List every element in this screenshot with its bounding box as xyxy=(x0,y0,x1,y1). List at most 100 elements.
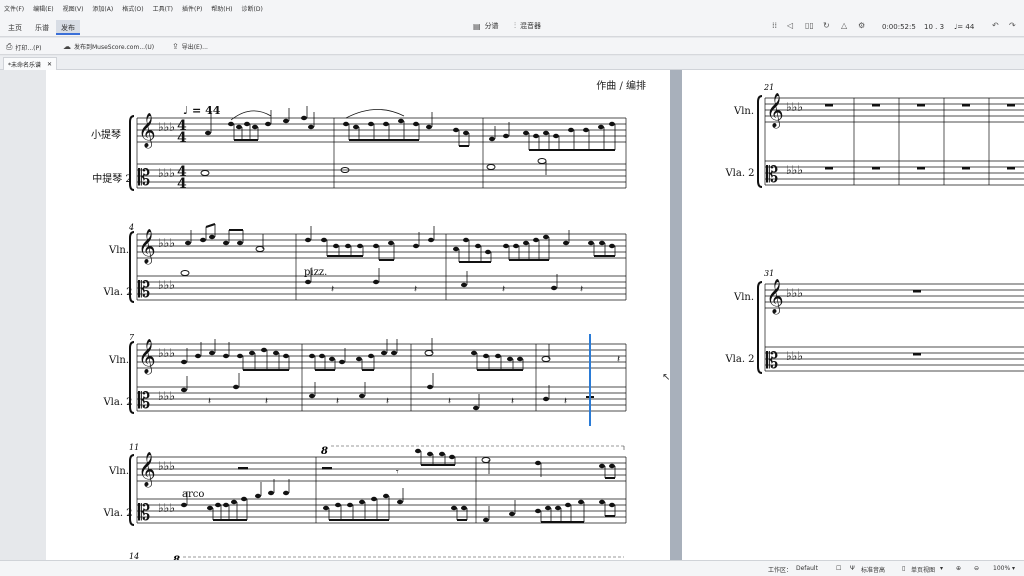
svg-text:𝄽: 𝄽 xyxy=(617,354,620,365)
svg-text:𝄽: 𝄽 xyxy=(386,396,389,407)
menu-bar: 文件(F) 编辑(E) 视图(V) 添加(A) 格式(O) 工具(T) 插件(P… xyxy=(0,0,1024,17)
stems-sys1 xyxy=(210,106,616,175)
metronome-icon[interactable]: △ xyxy=(841,21,847,30)
svg-text:♭♭♭: ♭♭♭ xyxy=(158,346,175,360)
document-tab[interactable]: *未命名乐谱 ✕ xyxy=(3,57,58,70)
publish-online-label: 发布到MuseScore.com...(U) xyxy=(74,44,155,51)
svg-text:𝄡: 𝄡 xyxy=(766,163,778,188)
view-mode-selector[interactable]: 单页视图 xyxy=(911,565,935,574)
mixer-button[interactable]: ⫶ 混音器 xyxy=(514,21,541,31)
instrument-short-violin-p2s2: Vln. xyxy=(733,292,754,303)
document-tab-title: *未命名乐谱 xyxy=(8,61,42,69)
close-icon[interactable]: ✕ xyxy=(47,61,52,68)
rests-sys2: 𝄽 𝄽 𝄽 𝄽 xyxy=(331,284,583,295)
menu-diagnostic[interactable]: 诊断(D) xyxy=(242,4,263,13)
menu-plugins[interactable]: 插件(P) xyxy=(182,4,202,13)
concert-pitch-label[interactable]: 标准音高 xyxy=(861,565,885,574)
menu-edit[interactable]: 编辑(E) xyxy=(33,4,53,13)
zoom-level[interactable]: 100% xyxy=(993,565,1010,572)
svg-text:♭♭♭: ♭♭♭ xyxy=(158,501,175,515)
svg-text:♭♭♭: ♭♭♭ xyxy=(158,166,175,180)
svg-text:𝄽: 𝄽 xyxy=(414,284,417,295)
zoom-chevron-down-icon[interactable]: ▾ xyxy=(1012,565,1015,572)
menu-help[interactable]: 帮助(H) xyxy=(211,4,232,13)
menu-view[interactable]: 视图(V) xyxy=(63,4,84,13)
svg-text:𝄾: 𝄾 xyxy=(396,467,399,478)
document-tab-bar: *未命名乐谱 ✕ xyxy=(0,56,1024,70)
instrument-short-viola-sys3: Vla. 2 xyxy=(102,397,132,408)
menu-add[interactable]: 添加(A) xyxy=(92,4,113,13)
page-gap xyxy=(670,70,682,560)
svg-text:𝄽: 𝄽 xyxy=(511,396,514,407)
publish-online-button[interactable]: ☁ 发布到MuseScore.com...(U) xyxy=(63,42,154,51)
instrument-short-viola-p2s1: Vla. 2 xyxy=(724,168,754,179)
svg-text:𝄡: 𝄡 xyxy=(138,501,150,526)
instrument-short-violin-sys3: Vln. xyxy=(108,355,129,366)
menu-tools[interactable]: 工具(T) xyxy=(153,4,173,13)
playback-settings-icon[interactable]: ⚙ xyxy=(858,21,865,30)
svg-text:𝄡: 𝄡 xyxy=(138,389,150,414)
measure-number-4: 4 xyxy=(128,223,134,232)
print-button[interactable]: ⎙ 打印...(P) xyxy=(6,42,41,52)
parts-button[interactable]: ▤ 分谱 xyxy=(473,21,499,31)
undo-icon[interactable]: ↶ xyxy=(992,21,999,30)
mixer-icon: ⫶ xyxy=(514,21,516,30)
tempo-display: ♩= 44 xyxy=(954,23,975,31)
workspace-label: 工作区： xyxy=(768,567,793,574)
instrument-name-viola: 中提琴 2 xyxy=(92,172,132,185)
svg-text:♭♭♭: ♭♭♭ xyxy=(158,459,175,473)
menu-file[interactable]: 文件(F) xyxy=(4,4,24,13)
svg-text:𝄽: 𝄽 xyxy=(448,396,451,407)
concert-pitch-checkbox-icon[interactable]: ☐ xyxy=(836,565,841,572)
score-notation-page-2: 21 𝄞 𝄡 ♭♭♭ ♭♭♭ Vln. Vla. 2 31 𝄞 𝄡 ♭♭♭ ♭♭… xyxy=(724,83,1024,374)
svg-text:♭♭♭: ♭♭♭ xyxy=(786,286,803,300)
loop-icon[interactable]: ↻ xyxy=(823,21,830,30)
measure-number-7: 7 xyxy=(129,333,135,342)
instrument-short-viola-p2s2: Vla. 2 xyxy=(724,354,754,365)
svg-text:𝄽: 𝄽 xyxy=(336,396,339,407)
instrument-short-violin-sys2: Vln. xyxy=(108,245,129,256)
rewind-icon[interactable]: ◁ xyxy=(787,21,793,30)
chevron-down-icon[interactable]: ▾ xyxy=(940,565,943,572)
staff-viola-sys1 xyxy=(137,163,626,189)
pizz-marking: pizz. xyxy=(304,267,327,278)
system-2 xyxy=(129,231,627,303)
export-button[interactable]: ⇪ 导出(E)... xyxy=(172,42,208,51)
print-label: 打印...(P) xyxy=(15,44,42,52)
svg-text:♭♭♭: ♭♭♭ xyxy=(786,100,803,114)
tab-scores[interactable]: 乐谱 xyxy=(30,20,54,35)
mixer-label: 混音器 xyxy=(520,22,541,30)
drag-handle-icon[interactable]: ⁞⁞ xyxy=(772,21,777,30)
redo-icon[interactable]: ↷ xyxy=(1009,21,1016,30)
tab-home[interactable]: 主页 xyxy=(3,20,27,35)
svg-text:𝄽: 𝄽 xyxy=(502,284,505,295)
workspace-selector[interactable]: Default xyxy=(796,565,818,572)
notes-sys1 xyxy=(200,115,615,176)
svg-text:4: 4 xyxy=(177,176,187,192)
svg-text:𝄽: 𝄽 xyxy=(564,396,567,407)
parts-icon: ▤ xyxy=(473,21,481,31)
svg-text:♭♭♭: ♭♭♭ xyxy=(158,236,175,250)
mouse-pointer-icon: ↖ xyxy=(662,372,671,383)
export-label: 导出(E)... xyxy=(181,44,208,51)
instrument-short-violin-p2s1: Vln. xyxy=(733,106,754,117)
instrument-short-viola-sys4: Vla. 2 xyxy=(102,508,132,519)
tab-publish[interactable]: 发布 xyxy=(56,20,80,35)
svg-text:𝄞: 𝄞 xyxy=(766,279,784,315)
main-toolbar: 主页 乐谱 发布 ▤ 分谱 ⫶ 混音器 ⁞⁞ ◁ ▯▯ ↻ △ ⚙ 0:00:5… xyxy=(0,17,1024,37)
menu-format[interactable]: 格式(O) xyxy=(122,4,143,13)
ottava-marking: 8 xyxy=(321,446,328,457)
staff-violin-sys1 xyxy=(137,117,626,143)
instrument-short-viola-sys2: Vla. 2 xyxy=(102,287,132,298)
measure-number-21: 21 xyxy=(763,83,774,92)
play-pause-icon[interactable]: ▯▯ xyxy=(805,21,814,30)
key-signature: ♭♭♭ xyxy=(158,120,175,134)
svg-text:♭♭♭: ♭♭♭ xyxy=(786,349,803,363)
cloud-upload-icon: ☁ xyxy=(63,42,71,51)
zoom-out-icon[interactable]: ⊖ xyxy=(974,565,979,572)
instrument-name-violin: 小提琴 xyxy=(91,129,121,141)
svg-text:𝄞: 𝄞 xyxy=(138,452,156,488)
zoom-in-icon[interactable]: ⊕ xyxy=(956,565,961,572)
parts-label: 分谱 xyxy=(484,22,499,30)
score-canvas[interactable]: 作曲 / 编排 𝄞 𝄡 ♭♭♭ ♭♭♭ 4 4 4 4 ♩ = 44 小提琴 中… xyxy=(0,70,1024,560)
